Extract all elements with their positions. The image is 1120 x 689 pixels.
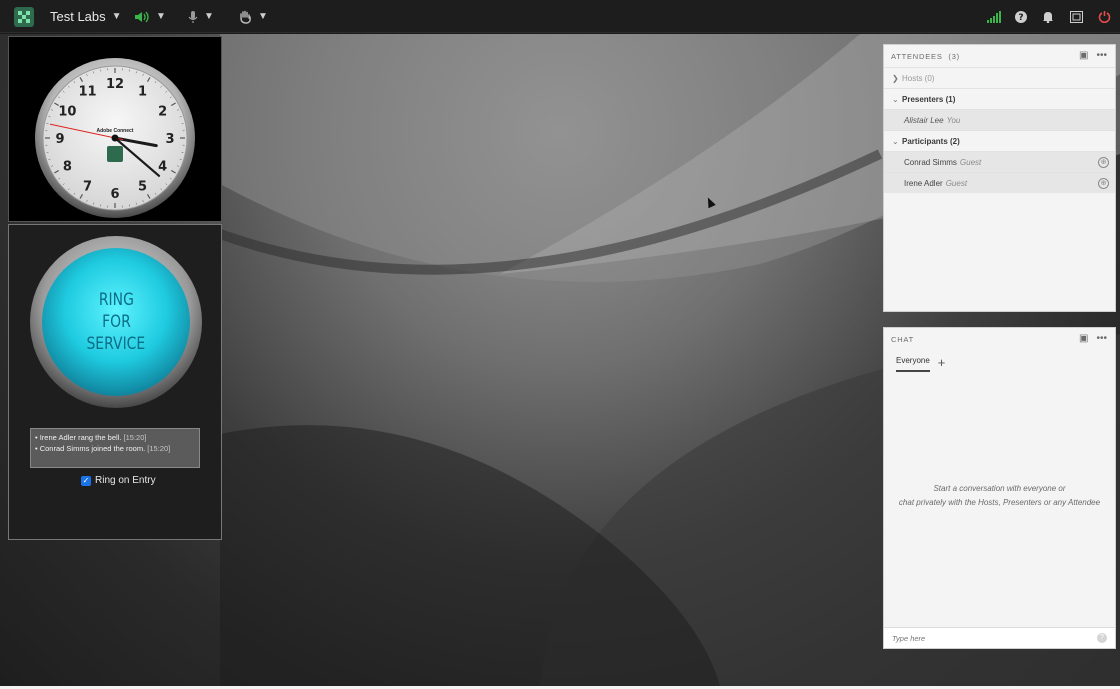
- chevron-down-icon: ▼: [204, 11, 214, 22]
- chat-message-input[interactable]: [892, 629, 1082, 648]
- clock-center-pin: [111, 134, 119, 142]
- attendee-name: Irene Adler: [904, 178, 943, 188]
- audio-menu[interactable]: ▼: [134, 0, 166, 33]
- attendees-title: ATTENDEES (3): [891, 52, 960, 61]
- chevron-right-icon: ❯: [892, 73, 899, 83]
- ring-on-entry-label: Ring on Entry: [95, 475, 156, 486]
- chat-title: CHAT: [891, 335, 915, 344]
- more-options-icon[interactable]: •••: [1096, 333, 1107, 344]
- room-name: Test Labs: [50, 9, 106, 24]
- globe-icon: ⊕: [1098, 178, 1109, 189]
- log-item: • Conrad Simms joined the room. [15:20]: [35, 444, 171, 453]
- attendee-role: Guest: [959, 157, 982, 167]
- ring-on-entry-checkbox[interactable]: ✓: [81, 475, 91, 486]
- attendees-panel: ATTENDEES (3) ▣ ••• ❯ Hosts (0) ⌄ Presen…: [883, 44, 1116, 312]
- svg-text:?: ?: [1018, 13, 1023, 23]
- chevron-down-icon: ▼: [111, 11, 122, 22]
- clock-numeral: 10: [58, 105, 76, 120]
- microphone-menu[interactable]: ▼: [188, 0, 214, 33]
- top-bar: Test Labs ▼ ▼ ▼ ▼ ?: [0, 0, 1120, 33]
- clock-logo-icon: [107, 146, 123, 162]
- ring-button-face[interactable]: RING FOR SERVICE: [42, 248, 190, 396]
- participants-group[interactable]: ⌄ Participants (2): [884, 130, 1115, 151]
- raise-hand-icon: [240, 10, 251, 24]
- attendee-role: You: [946, 115, 961, 125]
- clock-numeral: 9: [55, 132, 64, 147]
- ring-label-line3: SERVICE: [86, 334, 146, 354]
- help-icon[interactable]: ?: [1097, 633, 1107, 643]
- clock-numeral: 6: [110, 187, 119, 202]
- add-chat-tab-button[interactable]: +: [938, 356, 946, 369]
- attendee-name: Conrad Simms: [904, 157, 957, 167]
- globe-icon: ⊕: [1098, 157, 1109, 168]
- clock-numeral: 11: [78, 84, 96, 99]
- more-options-icon[interactable]: •••: [1096, 50, 1107, 61]
- chevron-down-icon: ⌄: [892, 136, 899, 146]
- chevron-down-icon: ▼: [258, 11, 268, 22]
- signal-icon[interactable]: [987, 0, 1001, 33]
- clock-numeral: 4: [158, 160, 167, 175]
- maximize-pod-icon[interactable]: ▣: [1079, 50, 1088, 61]
- clock-numeral: 3: [165, 132, 174, 147]
- help-icon[interactable]: ?: [1015, 0, 1027, 33]
- clock-brand-label: Adobe Connect: [97, 128, 134, 134]
- speaker-icon: [135, 11, 149, 22]
- ring-for-service-button[interactable]: RING FOR SERVICE: [30, 236, 202, 408]
- ring-for-service-pod: RING FOR SERVICE • Irene Adler rang the …: [8, 224, 222, 540]
- hosts-group[interactable]: ❯ Hosts (0): [884, 67, 1115, 88]
- analog-clock: 12 12 3 45 6 78 9 1011 Adobe Connect: [35, 58, 195, 218]
- room-name-menu[interactable]: Test Labs ▼: [50, 0, 122, 33]
- microphone-icon: [188, 10, 198, 23]
- attendee-row[interactable]: Alistair Lee You: [884, 109, 1115, 130]
- tab-everyone[interactable]: Everyone: [896, 354, 930, 372]
- bell-icon[interactable]: [1042, 0, 1054, 33]
- chat-empty-message: Start a conversation with everyone or ch…: [898, 484, 1101, 507]
- clock-numeral: 12: [106, 77, 124, 92]
- ring-label-line2: FOR: [101, 312, 131, 332]
- ring-label-line1: RING: [98, 290, 134, 310]
- log-item: • Irene Adler rang the bell. [15:20]: [35, 433, 147, 442]
- raise-hand-menu[interactable]: ▼: [238, 0, 268, 33]
- ring-on-entry-option[interactable]: ✓ Ring on Entry: [81, 475, 156, 486]
- clock-numeral: 5: [138, 180, 147, 195]
- attendee-row[interactable]: Conrad Simms Guest ⊕: [884, 151, 1115, 172]
- adobe-connect-logo-icon[interactable]: [14, 7, 34, 27]
- clock-numeral: 2: [158, 105, 167, 120]
- clock-numeral: 1: [138, 84, 147, 99]
- clock-numeral: 8: [63, 160, 72, 175]
- attendee-role: Guest: [945, 178, 968, 188]
- maximize-pod-icon[interactable]: ▣: [1079, 333, 1088, 344]
- power-icon[interactable]: [1098, 0, 1111, 33]
- attendee-row[interactable]: Irene Adler Guest ⊕: [884, 172, 1115, 193]
- chevron-down-icon: ▼: [156, 11, 166, 22]
- chat-panel: CHAT ▣ ••• Everyone + Start a conversati…: [883, 327, 1116, 649]
- ring-log: • Irene Adler rang the bell. [15:20] • C…: [30, 428, 200, 468]
- presenters-group[interactable]: ⌄ Presenters (1): [884, 88, 1115, 109]
- chevron-down-icon: ⌄: [892, 94, 899, 104]
- clock-numeral: 7: [83, 180, 92, 195]
- fullscreen-icon[interactable]: [1070, 0, 1083, 33]
- attendee-name: Alistair Lee: [904, 115, 944, 125]
- clock-pod: 12 1 2 3 4 5 6 7 8 9 10 11 Adobe Connect: [8, 36, 222, 222]
- chat-input-bar: ?: [884, 627, 1115, 648]
